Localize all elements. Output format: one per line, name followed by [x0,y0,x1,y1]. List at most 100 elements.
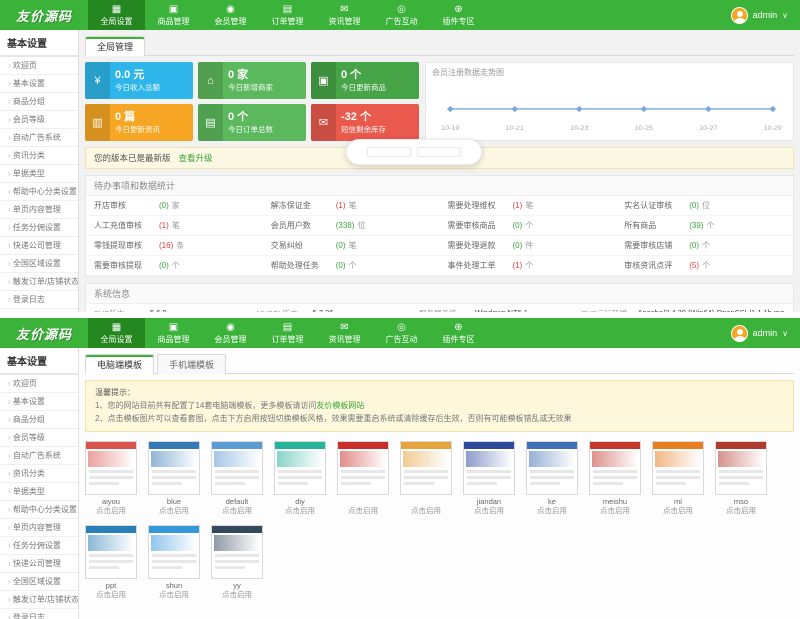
nav-item[interactable]: ✉ 资讯管理 [316,0,373,30]
nav-item[interactable]: ▤ 订单管理 [259,0,316,30]
admin-menu[interactable]: admin ∨ [731,0,800,30]
template-enable-button[interactable]: 点击启用 [652,506,704,516]
template-enable-button[interactable]: 点击启用 [211,590,263,600]
template-thumbnail[interactable] [463,441,515,495]
template-enable-button[interactable]: 点击启用 [337,506,389,516]
template-enable-button[interactable]: 点击启用 [526,506,578,516]
sidebar-item[interactable]: 登录日志 [0,291,78,309]
sidebar-item[interactable]: 资讯分类 [0,147,78,165]
template-enable-button[interactable]: 点击启用 [274,506,326,516]
template-thumbnail[interactable] [274,441,326,495]
sidebar-item[interactable]: 触发订单/店铺状态 [0,273,78,291]
template-enable-button[interactable]: 点击启用 [85,590,137,600]
todo-item[interactable]: 交易纠纷 0 笔 [263,236,440,256]
thumb-decoration [152,554,196,557]
template-thumbnail[interactable] [337,441,389,495]
sidebar-item[interactable]: 任务分佣设置 [0,219,78,237]
template-enable-button[interactable]: 点击启用 [400,506,452,516]
nav-item[interactable]: ◉ 会员管理 [202,318,259,348]
todo-item[interactable]: 需要处理退款 0 件 [440,236,617,256]
thumb-decoration [214,535,260,551]
nav-item[interactable]: ▦ 全局设置 [88,318,145,348]
sidebar-item[interactable]: 会员等级 [0,111,78,129]
sidebar-item[interactable]: 任务分佣设置 [0,537,78,555]
sidebar-item[interactable]: 全国区域设置 [0,573,78,591]
sidebar-item[interactable]: 会员等级 [0,429,78,447]
todo-item[interactable]: 所有商品 39 个 [616,216,793,236]
sidebar-item[interactable]: 单页内容管理 [0,201,78,219]
sidebar-item[interactable]: 资讯分类 [0,465,78,483]
template-thumbnail[interactable] [85,525,137,579]
sidebar-item[interactable]: 登录日志 [0,609,78,619]
todo-item[interactable]: 实名认证审核 0 位 [616,196,793,216]
stat-card-label: 今日收入总额 [115,82,188,93]
sidebar-item[interactable]: 触发订单/店铺状态 [0,591,78,609]
sidebar-item[interactable]: 单页内容管理 [0,519,78,537]
todo-item[interactable]: 零钱提现审核 16 条 [86,236,263,256]
sidebar-item[interactable]: 基本设置 [0,393,78,411]
sidebar-item[interactable]: 电脑端模板管理 [0,309,78,312]
template-enable-button[interactable]: 点击启用 [589,506,641,516]
todo-item[interactable]: 审核资讯点评 5 个 [616,256,793,276]
template-thumbnail[interactable] [85,441,137,495]
todo-item[interactable]: 会员用户数 338 位 [263,216,440,236]
sidebar-item[interactable]: 自动广告系统 [0,447,78,465]
template-thumbnail[interactable] [148,441,200,495]
tab-mobile-templates[interactable]: 手机端模板 [157,354,226,374]
sidebar-item[interactable]: 商品分组 [0,93,78,111]
template-enable-button[interactable]: 点击启用 [148,506,200,516]
nav-item[interactable]: ⊕ 插件专区 [430,318,487,348]
todo-item[interactable]: 需要审核商品 0 个 [440,216,617,236]
template-thumbnail[interactable] [400,441,452,495]
todo-item[interactable]: 需要处理维权 1 笔 [440,196,617,216]
admin-menu[interactable]: admin ∨ [731,318,800,348]
template-thumbnail[interactable] [211,441,263,495]
sidebar-item[interactable]: 欢迎页 [0,57,78,75]
template-site-link[interactable]: 友价模板网站 [316,401,364,410]
template-enable-button[interactable]: 点击启用 [463,506,515,516]
sidebar-item[interactable]: 欢迎页 [0,375,78,393]
nav-item[interactable]: ◎ 广告互动 [373,318,430,348]
todo-item[interactable]: 人工充值审核 1 笔 [86,216,263,236]
template-thumbnail[interactable] [652,441,704,495]
template-thumbnail[interactable] [526,441,578,495]
nav-item[interactable]: ⊕ 插件专区 [430,0,487,30]
todo-item[interactable]: 帮助处理任务 0 个 [263,256,440,276]
nav-item[interactable]: ◉ 会员管理 [202,0,259,30]
sidebar-item[interactable]: 全国区域设置 [0,255,78,273]
nav-item[interactable]: ◎ 广告互动 [373,0,430,30]
todo-item[interactable]: 解冻保证金 1 笔 [263,196,440,216]
sidebar-item[interactable]: 快递公司管理 [0,555,78,573]
template-enable-button[interactable]: 点击启用 [148,590,200,600]
template-thumbnail[interactable] [715,441,767,495]
nav-item[interactable]: ▤ 订单管理 [259,318,316,348]
sidebar-item[interactable]: 单据类型 [0,483,78,501]
sidebar-item[interactable]: 自动广告系统 [0,129,78,147]
template-thumbnail[interactable] [211,525,263,579]
todo-item[interactable]: 需要审核店铺 0 个 [616,236,793,256]
sidebar-item[interactable]: 商品分组 [0,411,78,429]
logo[interactable]: 友价源码 [0,318,88,348]
todo-item[interactable]: 需要审核提现 0 个 [86,256,263,276]
sidebar-item[interactable]: 基本设置 [0,75,78,93]
sidebar-item[interactable]: 单据类型 [0,165,78,183]
floating-tooltip [346,139,482,165]
template-enable-button[interactable]: 点击启用 [85,506,137,516]
nav-item[interactable]: ▣ 商品管理 [145,0,202,30]
sidebar-item[interactable]: 帮助中心分类设置 [0,183,78,201]
sidebar-item[interactable]: 帮助中心分类设置 [0,501,78,519]
todo-item[interactable]: 开店审核 0 家 [86,196,263,216]
logo[interactable]: 友价源码 [0,0,88,30]
template-thumbnail[interactable] [148,525,200,579]
sidebar-item[interactable]: 快递公司管理 [0,237,78,255]
tab-pc-templates[interactable]: 电脑端模板 [85,354,154,374]
template-thumbnail[interactable] [589,441,641,495]
template-enable-button[interactable]: 点击启用 [715,506,767,516]
nav-item[interactable]: ▦ 全局设置 [88,0,145,30]
nav-item[interactable]: ▣ 商品管理 [145,318,202,348]
tab-global-admin[interactable]: 全局管理 [85,36,145,56]
template-enable-button[interactable]: 点击启用 [211,506,263,516]
nav-item[interactable]: ✉ 资讯管理 [316,318,373,348]
todo-item[interactable]: 事件处理工单 1 个 [440,256,617,276]
upgrade-link[interactable]: 查看升级 [179,152,213,164]
